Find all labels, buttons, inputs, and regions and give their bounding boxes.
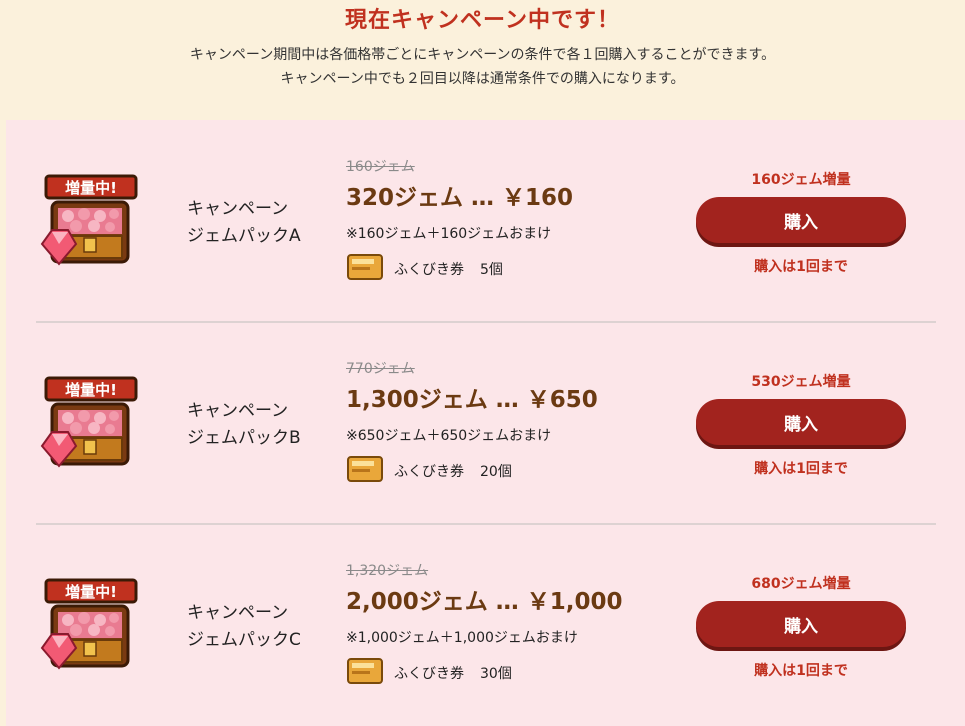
campaign-description-line1: キャンペーン期間中は各価格帯ごとにキャンペーンの条件で各１回購入することができま… <box>189 47 776 63</box>
original-gem-amount: 160ジェム <box>346 159 415 175</box>
bonus-detail: ※650ジェム＋650ジェムおまけ <box>346 428 552 444</box>
ticket-icon <box>346 252 384 286</box>
ticket-icon <box>346 656 384 690</box>
increase-label: 680ジェム増量 <box>751 576 851 592</box>
pack-row-b: 増量中! キャンペーン ジェムパックB 770ジェム 1,300ジェム … ￥6… <box>6 322 965 525</box>
purchase-limit-note: 購入は1回まで <box>754 461 848 477</box>
pack-price: 320ジェム … ￥160 <box>346 185 574 211</box>
svg-text:増量中!: 増量中! <box>65 583 117 601</box>
purchase-limit-note: 購入は1回まで <box>754 663 848 679</box>
gem-chest-icon: 増量中! <box>38 576 138 676</box>
increase-label: 160ジェム増量 <box>751 172 851 188</box>
ticket-icon <box>346 454 384 488</box>
bonus-detail: ※1,000ジェム＋1,000ジェムおまけ <box>346 630 578 646</box>
original-gem-amount: 770ジェム <box>346 361 415 377</box>
campaign-title: 現在キャンペーン中です！ <box>345 8 620 33</box>
gem-chest-icon: 増量中! <box>38 374 138 474</box>
ticket-bonus: ふくびき券 30個 <box>346 658 512 688</box>
increase-label: 530ジェム増量 <box>751 374 851 390</box>
campaign-header: 現在キャンペーン中です！ キャンペーン期間中は各価格帯ごとにキャンペーンの条件で… <box>0 0 965 120</box>
purchase-limit-note: 購入は1回まで <box>754 259 848 275</box>
pack-price: 1,300ジェム … ￥650 <box>346 387 598 413</box>
campaign-description-line2: キャンペーン中でも２回目以降は通常条件での購入になります。 <box>280 71 685 87</box>
pack-row-c: 増量中! キャンペーン ジェムパックC 1,320ジェム 2,000ジェム … … <box>6 524 965 726</box>
svg-text:増量中!: 増量中! <box>65 179 117 197</box>
pack-name: キャンペーン ジェムパックA <box>187 199 301 246</box>
pack-name: キャンペーン ジェムパックB <box>187 401 301 448</box>
buy-button[interactable]: 購入 <box>696 601 906 647</box>
ticket-bonus: ふくびき券 20個 <box>346 456 512 486</box>
ticket-bonus: ふくびき券 5個 <box>346 254 503 284</box>
svg-text:増量中!: 増量中! <box>65 381 117 399</box>
pack-row-a: 増量中! キャンペーン ジェムパックA 160ジェム 320ジェム … ￥160… <box>6 120 965 323</box>
bonus-detail: ※160ジェム＋160ジェムおまけ <box>346 226 552 242</box>
original-gem-amount: 1,320ジェム <box>346 563 429 579</box>
buy-button[interactable]: 購入 <box>696 197 906 243</box>
pack-price: 2,000ジェム … ￥1,000 <box>346 589 623 615</box>
gem-chest-icon: 増量中! <box>38 172 138 272</box>
buy-button[interactable]: 購入 <box>696 399 906 445</box>
pack-list: 増量中! キャンペーン ジェムパックA 160ジェム 320ジェム … ￥160… <box>6 120 965 726</box>
pack-name: キャンペーン ジェムパックC <box>187 603 301 650</box>
